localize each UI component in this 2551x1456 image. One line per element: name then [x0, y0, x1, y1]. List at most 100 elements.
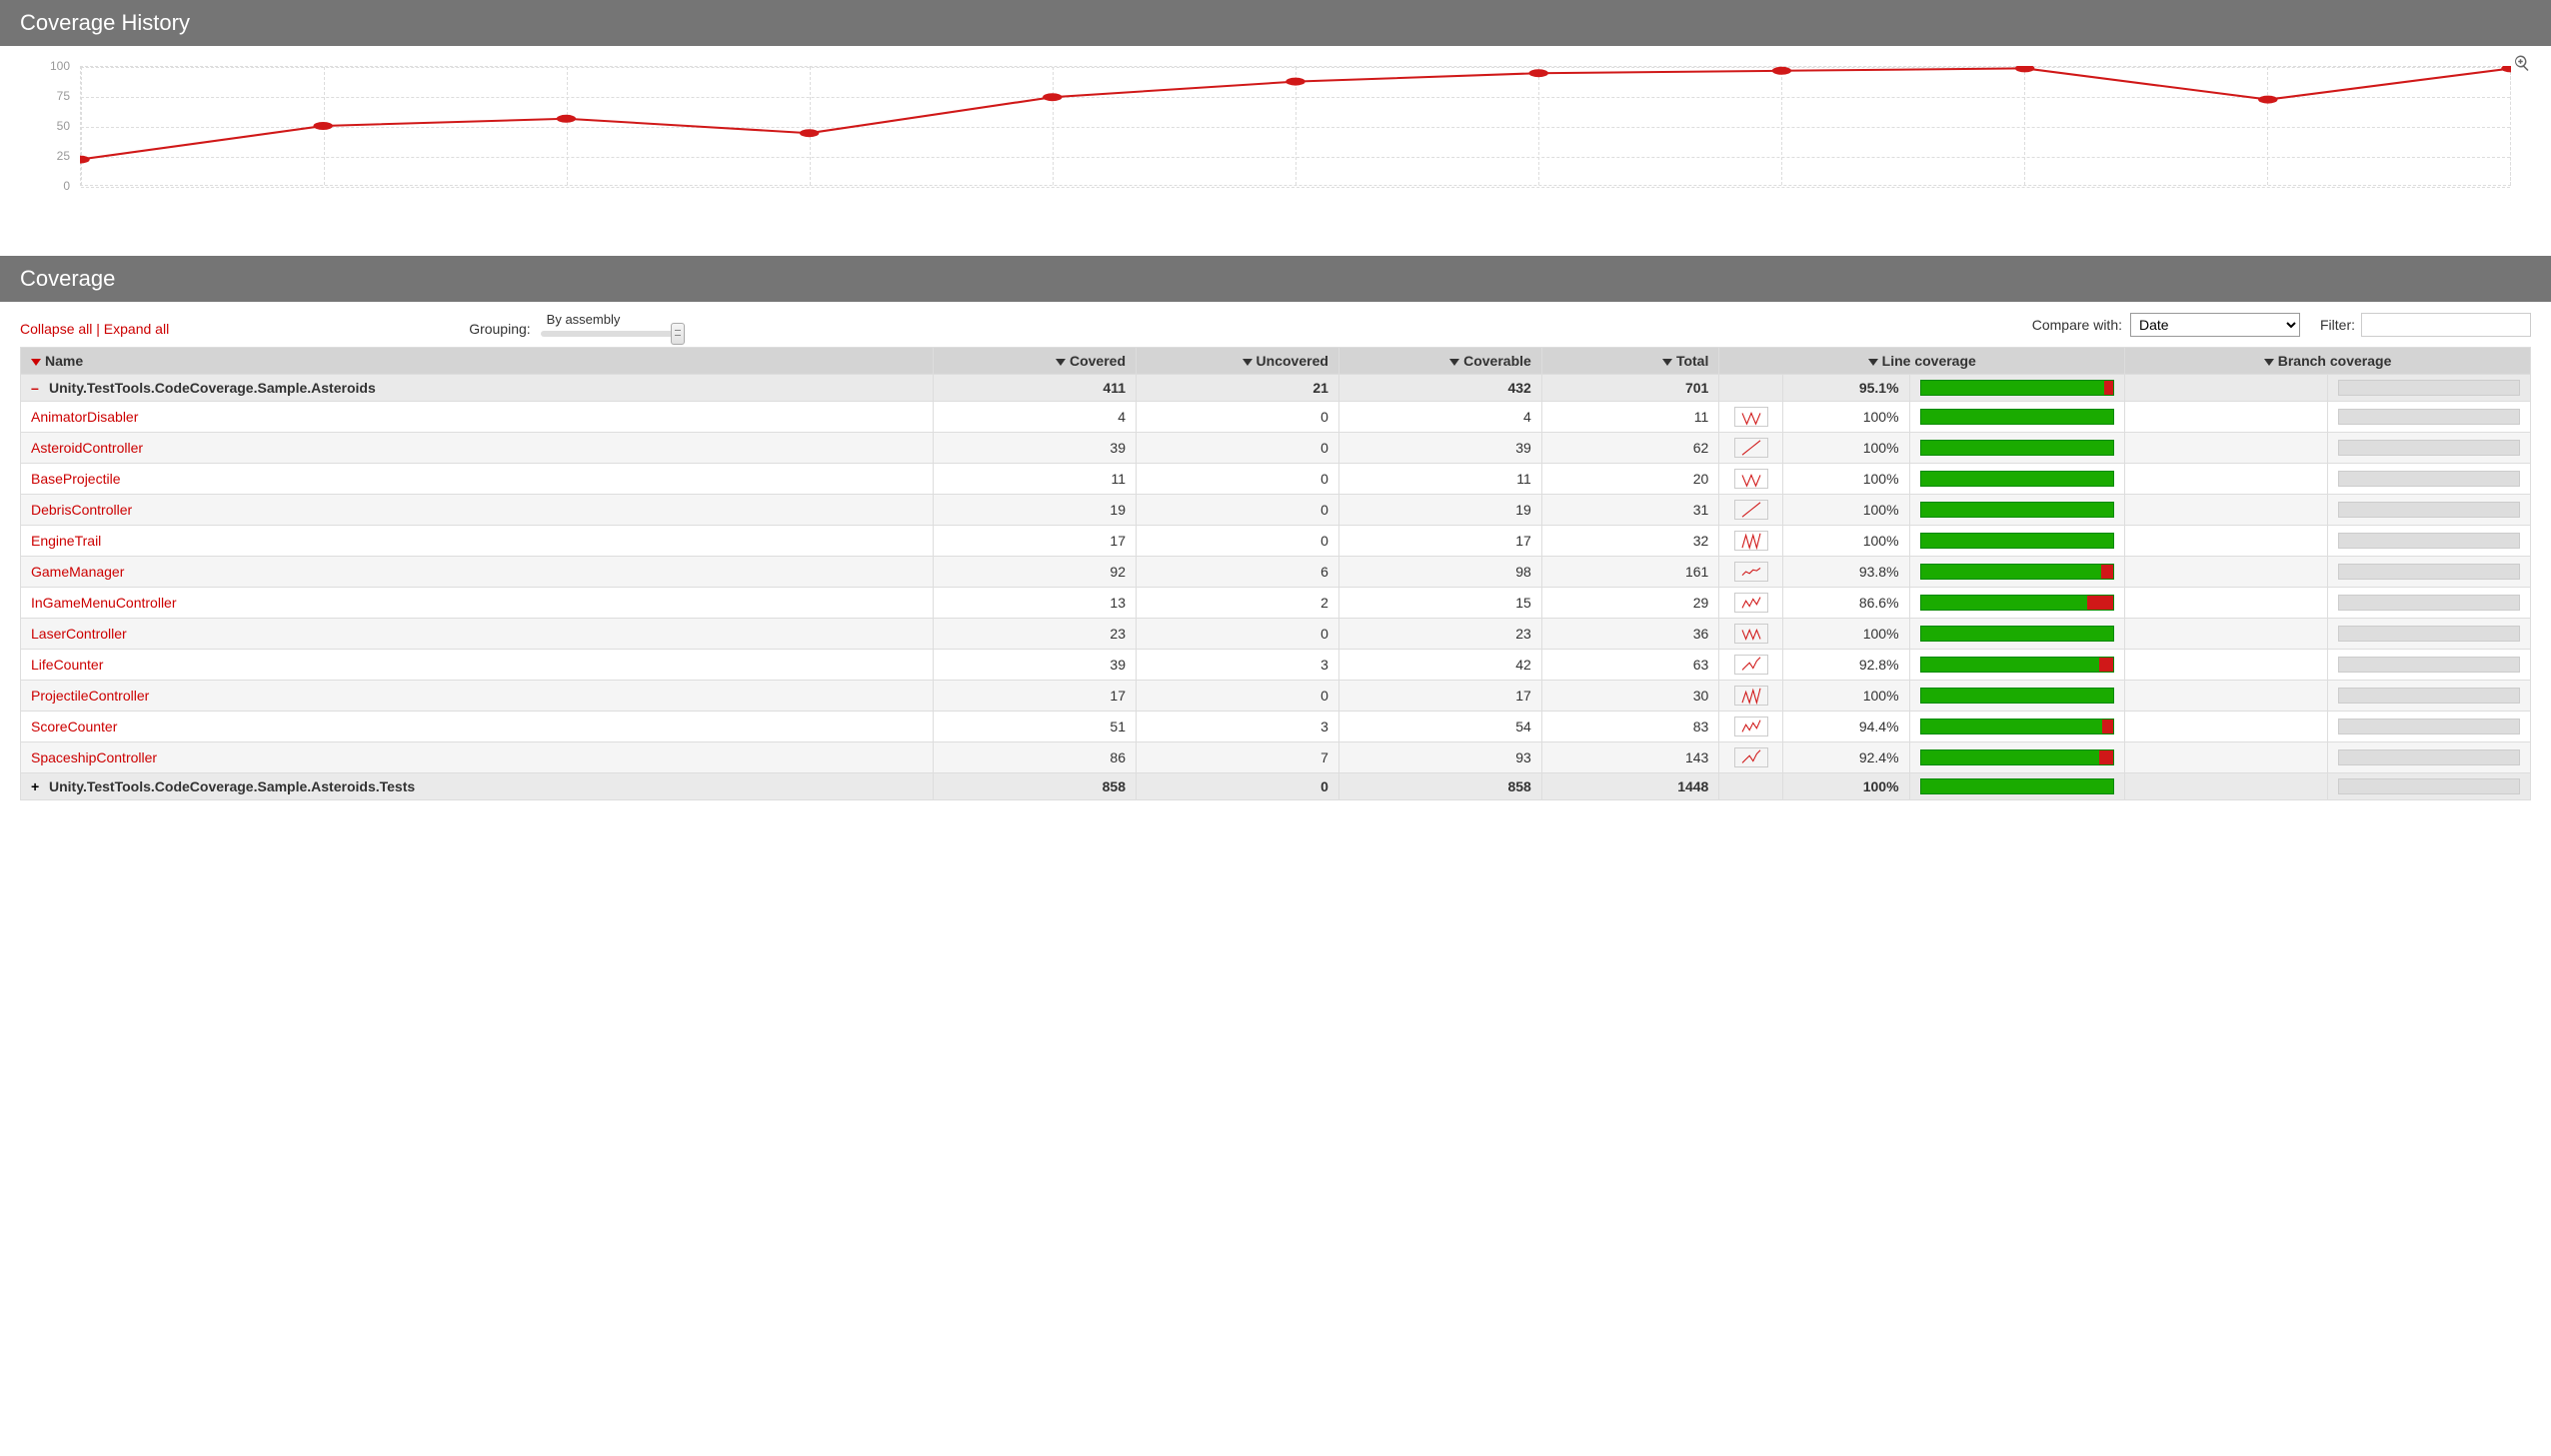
- class-link[interactable]: ProjectileController: [31, 688, 149, 704]
- cell-total: 701: [1541, 375, 1719, 402]
- cell-branch-bar: [2328, 433, 2531, 464]
- cell-branch-bar: [2328, 526, 2531, 557]
- cell-branch-bar: [2328, 495, 2531, 526]
- class-link[interactable]: DebrisController: [31, 502, 132, 518]
- class-link[interactable]: EngineTrail: [31, 533, 101, 549]
- cell-line-bar: [1909, 557, 2125, 588]
- col-header-line-coverage[interactable]: Line coverage: [1719, 348, 2125, 375]
- cell-line-bar: [1909, 495, 2125, 526]
- cell-coverable: 93: [1338, 742, 1541, 773]
- grouping-slider[interactable]: [541, 331, 681, 337]
- cell-coverable: 17: [1338, 526, 1541, 557]
- col-header-uncovered[interactable]: Uncovered: [1137, 348, 1339, 375]
- cell-line-bar: [1909, 712, 2125, 742]
- cell-line-bar: [1909, 773, 2125, 800]
- cell-uncovered: 21: [1137, 375, 1339, 402]
- class-link[interactable]: GameManager: [31, 564, 124, 580]
- cell-branch-pct: [2125, 464, 2328, 495]
- cell-uncovered: 0: [1137, 619, 1339, 650]
- cell-coverable: 4: [1338, 402, 1541, 433]
- y-tick-label: 25: [57, 149, 70, 163]
- cell-uncovered: 0: [1137, 495, 1339, 526]
- cell-line-pct: 92.4%: [1782, 742, 1909, 773]
- cell-uncovered: 0: [1137, 773, 1339, 800]
- sparkline-icon: [1734, 624, 1768, 644]
- cell-line-bar: [1909, 650, 2125, 681]
- coverage-section-title: Coverage: [20, 266, 115, 291]
- class-link[interactable]: LaserController: [31, 626, 127, 642]
- expand-all-link[interactable]: Expand all: [104, 321, 169, 337]
- class-link[interactable]: InGameMenuController: [31, 595, 177, 611]
- cell-coverable: 23: [1338, 619, 1541, 650]
- zoom-icon[interactable]: [2513, 54, 2531, 75]
- expand-icon[interactable]: +: [31, 778, 43, 794]
- col-header-covered[interactable]: Covered: [934, 348, 1137, 375]
- sparkline-icon: [1734, 686, 1768, 706]
- cell-sparkline: [1719, 495, 1782, 526]
- collapse-icon[interactable]: –: [31, 380, 43, 396]
- cell-line-bar: [1909, 681, 2125, 712]
- cell-total: 11: [1541, 402, 1719, 433]
- cell-covered: 23: [934, 619, 1137, 650]
- cell-sparkline: [1719, 464, 1782, 495]
- sparkline-icon: [1734, 655, 1768, 675]
- cell-covered: 13: [934, 588, 1137, 619]
- assembly-name: Unity.TestTools.CodeCoverage.Sample.Aste…: [49, 380, 376, 396]
- grouping-label: Grouping:: [469, 321, 530, 337]
- cell-branch-bar: [2328, 375, 2531, 402]
- cell-branch-pct: [2125, 588, 2328, 619]
- grouping-slider-handle[interactable]: [671, 323, 685, 345]
- class-link[interactable]: AsteroidController: [31, 440, 143, 456]
- table-row: DebrisController1901931100%: [21, 495, 2531, 526]
- cell-line-pct: 94.4%: [1782, 712, 1909, 742]
- cell-line-pct: 100%: [1782, 402, 1909, 433]
- class-link[interactable]: LifeCounter: [31, 657, 103, 673]
- sparkline-icon: [1734, 407, 1768, 427]
- compare-select[interactable]: Date: [2130, 313, 2300, 337]
- class-link[interactable]: BaseProjectile: [31, 471, 121, 487]
- cell-uncovered: 7: [1137, 742, 1339, 773]
- cell-branch-bar: [2328, 557, 2531, 588]
- cell-sparkline: [1719, 402, 1782, 433]
- class-link[interactable]: ScoreCounter: [31, 719, 117, 734]
- cell-branch-bar: [2328, 588, 2531, 619]
- cell-coverable: 15: [1338, 588, 1541, 619]
- cell-uncovered: 3: [1137, 712, 1339, 742]
- cell-total: 161: [1541, 557, 1719, 588]
- cell-branch-pct: [2125, 495, 2328, 526]
- col-header-name[interactable]: Name: [21, 348, 934, 375]
- cell-branch-bar: [2328, 712, 2531, 742]
- cell-line-pct: 100%: [1782, 773, 1909, 800]
- coverage-table: Name Covered Uncovered Coverable Total L…: [20, 347, 2531, 800]
- coverage-history-header: Coverage History: [0, 0, 2551, 46]
- cell-sparkline: [1719, 526, 1782, 557]
- class-link[interactable]: SpaceshipController: [31, 749, 157, 765]
- table-row: EngineTrail1701732100%: [21, 526, 2531, 557]
- col-header-total[interactable]: Total: [1541, 348, 1719, 375]
- table-row: SpaceshipController8679314392.4%: [21, 742, 2531, 773]
- cell-branch-pct: [2125, 773, 2328, 800]
- table-row: LifeCounter393426392.8%: [21, 650, 2531, 681]
- cell-uncovered: 0: [1137, 526, 1339, 557]
- cell-coverable: 17: [1338, 681, 1541, 712]
- collapse-all-link[interactable]: Collapse all: [20, 321, 92, 337]
- cell-total: 29: [1541, 588, 1719, 619]
- cell-uncovered: 3: [1137, 650, 1339, 681]
- col-header-branch-coverage[interactable]: Branch coverage: [2125, 348, 2531, 375]
- class-link[interactable]: AnimatorDisabler: [31, 409, 138, 425]
- history-chart: 0255075100: [80, 66, 2511, 226]
- table-row: ScoreCounter513548394.4%: [21, 712, 2531, 742]
- table-row: GameManager9269816193.8%: [21, 557, 2531, 588]
- sparkline-icon: [1734, 747, 1768, 767]
- cell-sparkline: [1719, 375, 1782, 402]
- cell-line-bar: [1909, 433, 2125, 464]
- cell-total: 63: [1541, 650, 1719, 681]
- cell-branch-bar: [2328, 464, 2531, 495]
- cell-branch-pct: [2125, 712, 2328, 742]
- cell-branch-pct: [2125, 375, 2328, 402]
- filter-input[interactable]: [2361, 313, 2531, 337]
- cell-uncovered: 0: [1137, 464, 1339, 495]
- col-header-coverable[interactable]: Coverable: [1338, 348, 1541, 375]
- grouping-mode-label: By assembly: [547, 312, 621, 327]
- sparkline-icon: [1734, 531, 1768, 551]
